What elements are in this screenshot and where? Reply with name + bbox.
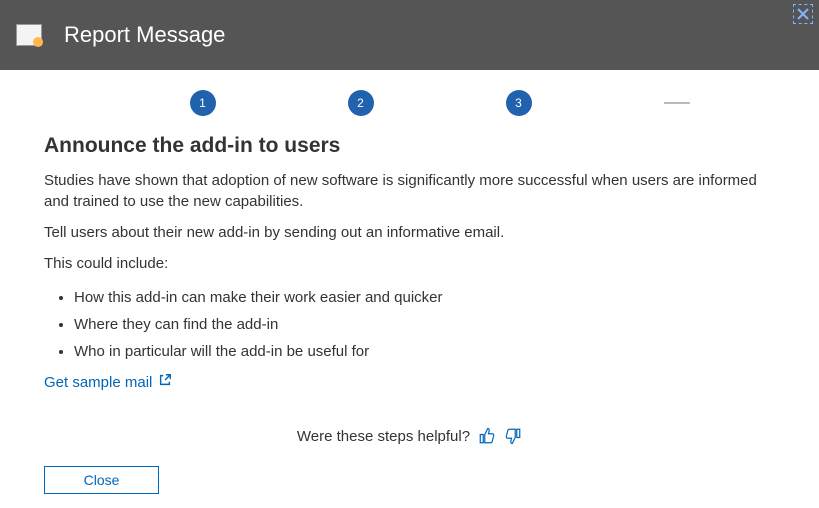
paragraph-instruction: Tell users about their new add-in by sen… <box>44 222 775 243</box>
dialog-header: Report Message <box>0 0 819 70</box>
feedback-prompt: Were these steps helpful? <box>44 427 775 445</box>
thumbs-down-icon[interactable] <box>504 427 522 445</box>
paragraph-intro: Studies have shown that adoption of new … <box>44 170 775 212</box>
link-label: Get sample mail <box>44 374 152 391</box>
dialog-title: Report Message <box>64 22 225 48</box>
dialog-body: 1 2 3 Announce the add-in to users Studi… <box>0 70 819 461</box>
step-indicator: 1 2 3 <box>50 90 770 116</box>
thumbs-up-icon[interactable] <box>478 427 496 445</box>
close-icon[interactable] <box>793 4 813 24</box>
list-item: How this add-in can make their work easi… <box>74 284 775 311</box>
section-heading: Announce the add-in to users <box>44 134 775 158</box>
get-sample-mail-link[interactable]: Get sample mail <box>44 373 172 391</box>
step-connector <box>664 102 690 104</box>
step-2[interactable]: 2 <box>348 90 374 116</box>
step-1[interactable]: 1 <box>190 90 216 116</box>
dialog-footer: Close <box>0 466 203 494</box>
list-item: Where they can find the add-in <box>74 311 775 338</box>
report-message-icon <box>16 24 42 46</box>
feedback-text: Were these steps helpful? <box>297 428 470 445</box>
close-button[interactable]: Close <box>44 466 159 494</box>
suggestion-list: How this add-in can make their work easi… <box>44 284 775 365</box>
step-3[interactable]: 3 <box>506 90 532 116</box>
paragraph-list-lead: This could include: <box>44 253 775 274</box>
list-item: Who in particular will the add-in be use… <box>74 338 775 365</box>
external-link-icon <box>158 373 172 391</box>
